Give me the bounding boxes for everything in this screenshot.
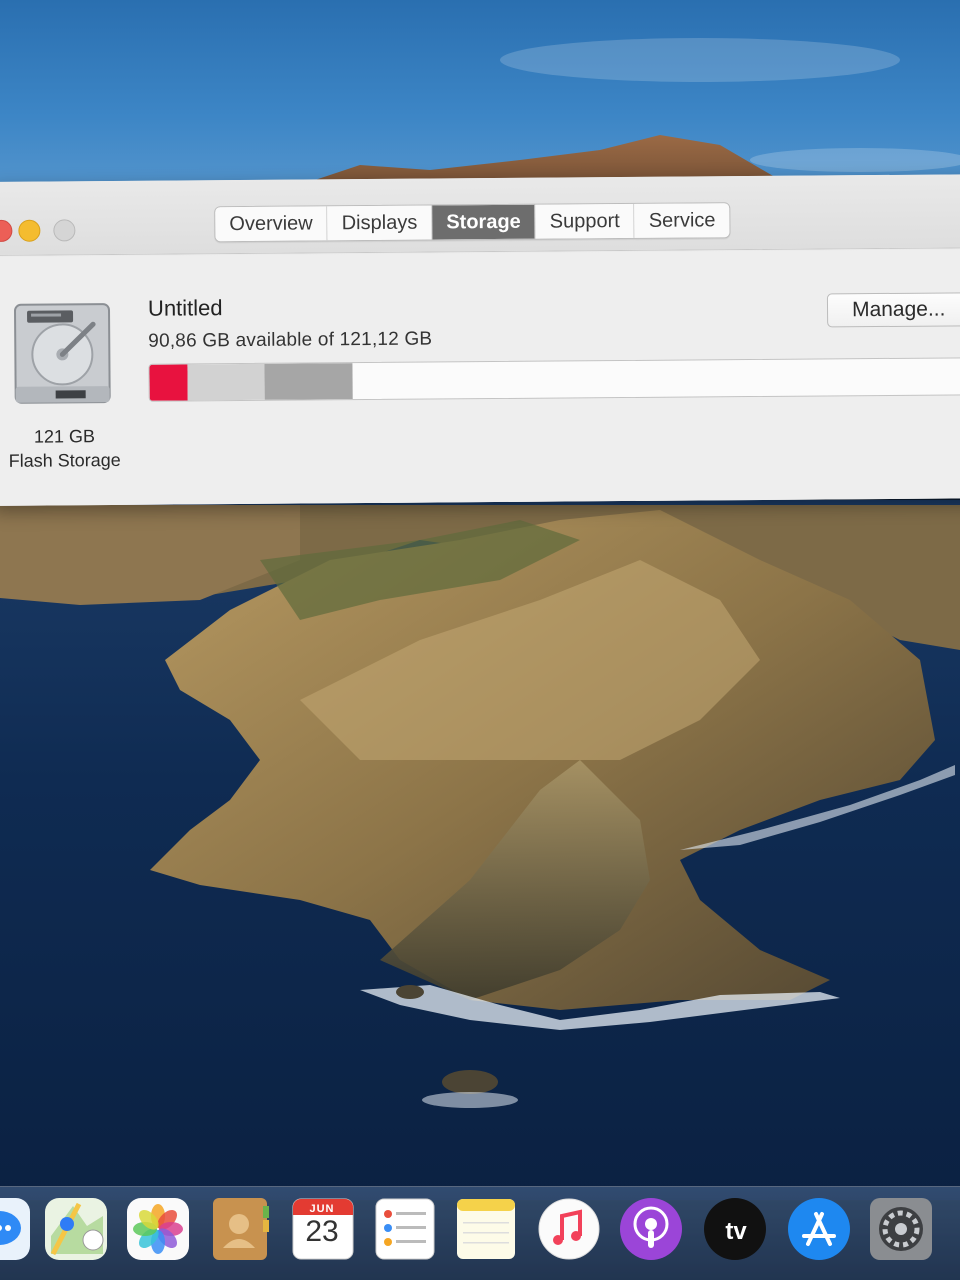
music-icon[interactable]	[536, 1196, 602, 1262]
tab-support[interactable]: Support	[535, 203, 635, 239]
system-preferences-icon[interactable]	[868, 1196, 934, 1262]
volume-availability: 90,86 GB available of 121,12 GB	[148, 328, 433, 352]
notes-icon[interactable]	[453, 1196, 519, 1262]
apple-tv-label: tv	[725, 1218, 747, 1245]
app-store-icon[interactable]	[786, 1196, 852, 1262]
minimize-button[interactable]	[18, 219, 41, 242]
calendar-day: 23	[305, 1215, 339, 1248]
volume-name: Untitled	[147, 295, 223, 321]
maps-icon[interactable]	[43, 1196, 109, 1262]
zoom-button[interactable]	[53, 219, 76, 242]
tab-storage[interactable]: Storage	[432, 204, 536, 240]
tab-bar: Overview Displays Storage Support Servic…	[214, 202, 731, 243]
hard-drive-icon	[14, 303, 111, 404]
photos-icon[interactable]	[125, 1196, 191, 1262]
contacts-icon[interactable]	[207, 1196, 273, 1262]
segment-apps[interactable]	[149, 364, 188, 401]
tab-service[interactable]: Service	[634, 203, 730, 238]
disk-capacity-label: 121 GB	[33, 426, 96, 447]
segment-system[interactable]	[264, 363, 353, 400]
reminders-icon[interactable]	[372, 1196, 438, 1262]
messages-icon[interactable]	[0, 1196, 32, 1262]
about-this-mac-window: Overview Displays Storage Support Servic…	[0, 174, 960, 506]
tab-displays[interactable]: Displays	[327, 205, 433, 241]
tab-overview[interactable]: Overview	[215, 206, 328, 242]
close-button[interactable]	[0, 219, 13, 242]
disk-type-label: Flash Storage	[8, 449, 121, 471]
window-titlebar: Overview Displays Storage Support Servic…	[0, 174, 960, 256]
manage-button[interactable]: Manage...	[826, 292, 960, 328]
storage-pane: 121 GB Flash Storage Untitled 90,86 GB a…	[0, 249, 960, 506]
podcasts-icon[interactable]	[618, 1196, 684, 1262]
calendar-month: JUN	[309, 1203, 335, 1215]
storage-usage-bar	[148, 357, 960, 402]
segment-documents[interactable]	[187, 363, 265, 401]
